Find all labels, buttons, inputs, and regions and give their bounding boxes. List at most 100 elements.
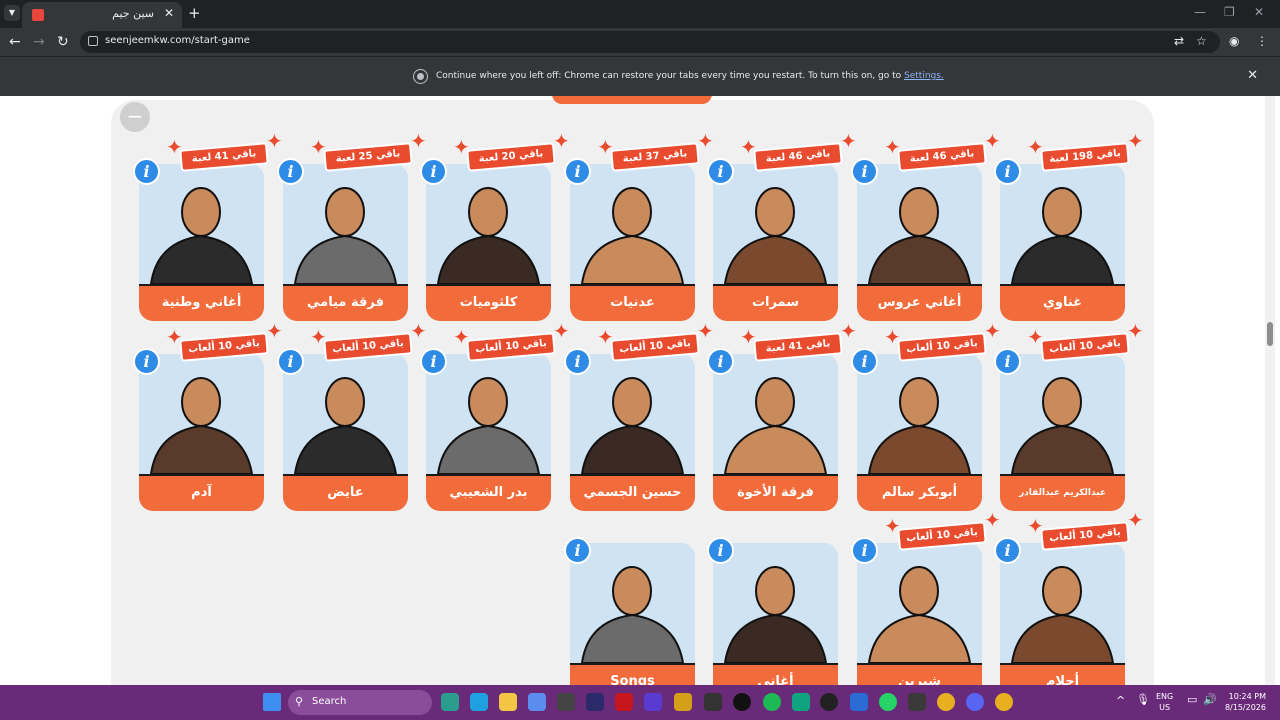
category-card[interactable]: شيرين: [857, 543, 982, 685]
app-icon[interactable]: [557, 693, 575, 711]
app-icon[interactable]: [674, 693, 692, 711]
menu-kebab-icon[interactable]: ⋮: [1256, 34, 1268, 48]
profile-icon[interactable]: ◉: [1229, 34, 1239, 48]
info-icon[interactable]: i: [420, 158, 447, 185]
category-card[interactable]: أحلام: [1000, 543, 1125, 685]
network-icon[interactable]: ▭: [1187, 694, 1197, 705]
sparkle-icon: ✦: [984, 508, 1001, 532]
info-icon[interactable]: i: [994, 348, 1021, 375]
info-icon[interactable]: i: [564, 348, 591, 375]
start-button-icon[interactable]: [263, 693, 281, 711]
sparkle-icon: ✦: [410, 129, 427, 153]
calculator-icon[interactable]: [704, 693, 722, 711]
chrome-icon[interactable]: [995, 693, 1013, 711]
tab-search-button[interactable]: ▼: [4, 5, 20, 21]
info-icon[interactable]: i: [133, 348, 160, 375]
category-illustration: [283, 354, 408, 474]
category-card[interactable]: بدر الشعيبي: [426, 354, 551, 511]
category-card[interactable]: عدنيات: [570, 164, 695, 321]
site-info-icon[interactable]: [88, 36, 98, 46]
app-icon[interactable]: [908, 693, 926, 711]
category-illustration: [426, 354, 551, 474]
whatsapp-icon[interactable]: [879, 693, 897, 711]
category-card[interactable]: أغاني عروس: [857, 164, 982, 321]
info-icon[interactable]: i: [707, 537, 734, 564]
category-card[interactable]: فرقة ميامي: [283, 164, 408, 321]
chrome-icon[interactable]: [937, 693, 955, 711]
remaining-games-badge: ✦ باقي 10 ألعاب ✦: [884, 510, 1001, 551]
info-icon[interactable]: i: [564, 537, 591, 564]
browser-tab[interactable]: سين جيم ✕: [22, 2, 182, 28]
discord-icon[interactable]: [966, 693, 984, 711]
scrollbar-thumb[interactable]: [1267, 322, 1273, 346]
url-text[interactable]: seenjeemkw.com/start-game: [105, 35, 250, 46]
info-icon[interactable]: i: [277, 348, 304, 375]
info-icon[interactable]: i: [420, 348, 447, 375]
app-icon[interactable]: [850, 693, 868, 711]
category-card[interactable]: أغاني وطنية: [139, 164, 264, 321]
taskbar-search[interactable]: ⚲ Search: [288, 690, 432, 715]
category-card[interactable]: أبوبكر سالم: [857, 354, 982, 511]
reload-button[interactable]: ↻: [57, 34, 69, 50]
chatgpt-icon[interactable]: [792, 693, 810, 711]
category-card[interactable]: حسين الجسمي: [570, 354, 695, 511]
new-tab-button[interactable]: +: [188, 4, 201, 22]
maximize-button[interactable]: ❐: [1224, 5, 1235, 19]
app-icon[interactable]: [615, 693, 633, 711]
app-icon[interactable]: [820, 693, 838, 711]
site-favicon-icon: [32, 9, 44, 21]
info-icon[interactable]: i: [851, 158, 878, 185]
category-card[interactable]: عبدالكريم عبدالقادر: [1000, 354, 1125, 511]
infobar-close-icon[interactable]: ✕: [1247, 68, 1258, 83]
microphone-icon[interactable]: 🎙: [1136, 694, 1150, 705]
info-icon[interactable]: i: [564, 158, 591, 185]
category-card[interactable]: سمرات: [713, 164, 838, 321]
translate-icon[interactable]: ⇄: [1174, 34, 1184, 48]
info-icon[interactable]: i: [851, 348, 878, 375]
telegram-icon[interactable]: [528, 693, 546, 711]
app-icon[interactable]: [586, 693, 604, 711]
minimize-button[interactable]: —: [1194, 5, 1206, 19]
figure-silhouette: [1010, 566, 1115, 663]
spotify-icon[interactable]: [763, 693, 781, 711]
address-bar[interactable]: seenjeemkw.com/start-game ⇄ ☆: [80, 31, 1220, 53]
app-icon[interactable]: [644, 693, 662, 711]
info-icon[interactable]: i: [851, 537, 878, 564]
remaining-games-badge: ✦ باقي 25 لعبة ✦: [310, 131, 427, 172]
info-icon[interactable]: i: [133, 158, 160, 185]
category-card[interactable]: Songs: [570, 543, 695, 685]
volume-icon[interactable]: 🔊: [1203, 694, 1217, 705]
app-icon[interactable]: [470, 693, 488, 711]
category-card[interactable]: عايض: [283, 354, 408, 511]
info-icon[interactable]: i: [707, 348, 734, 375]
settings-link[interactable]: Settings.: [904, 71, 944, 81]
info-icon[interactable]: i: [707, 158, 734, 185]
edge-icon[interactable]: [441, 693, 459, 711]
remaining-games-badge: ✦ باقي 46 لعبة ✦: [740, 131, 857, 172]
info-icon[interactable]: i: [994, 158, 1021, 185]
speedometer-icon[interactable]: [733, 693, 751, 711]
category-card[interactable]: أغاني: [713, 543, 838, 685]
close-window-button[interactable]: ✕: [1254, 5, 1264, 19]
bookmark-star-icon[interactable]: ☆: [1196, 34, 1207, 48]
category-label: Songs: [570, 663, 695, 685]
scrollbar[interactable]: [1265, 96, 1275, 685]
start-game-button[interactable]: [552, 96, 712, 104]
category-card[interactable]: آدم: [139, 354, 264, 511]
sparkle-icon: ✦: [266, 319, 283, 343]
forward-button[interactable]: →: [33, 34, 45, 50]
category-card[interactable]: غناوي: [1000, 164, 1125, 321]
tray-chevron-icon[interactable]: ^: [1116, 695, 1125, 706]
language-indicator[interactable]: ENG US: [1156, 691, 1173, 713]
category-card[interactable]: فرقة الأخوة: [713, 354, 838, 511]
info-icon[interactable]: i: [277, 158, 304, 185]
clock[interactable]: 10:24 PM 8/15/2026: [1220, 691, 1266, 713]
figure-silhouette: [580, 566, 685, 663]
info-icon[interactable]: i: [994, 537, 1021, 564]
tab-close-icon[interactable]: ✕: [164, 6, 174, 20]
remaining-games-badge: ✦ باقي 10 ألعاب ✦: [166, 321, 283, 362]
file-explorer-icon[interactable]: [499, 693, 517, 711]
category-card[interactable]: كلثوميات: [426, 164, 551, 321]
collapse-button[interactable]: −: [120, 102, 150, 132]
back-button[interactable]: ←: [9, 34, 21, 50]
